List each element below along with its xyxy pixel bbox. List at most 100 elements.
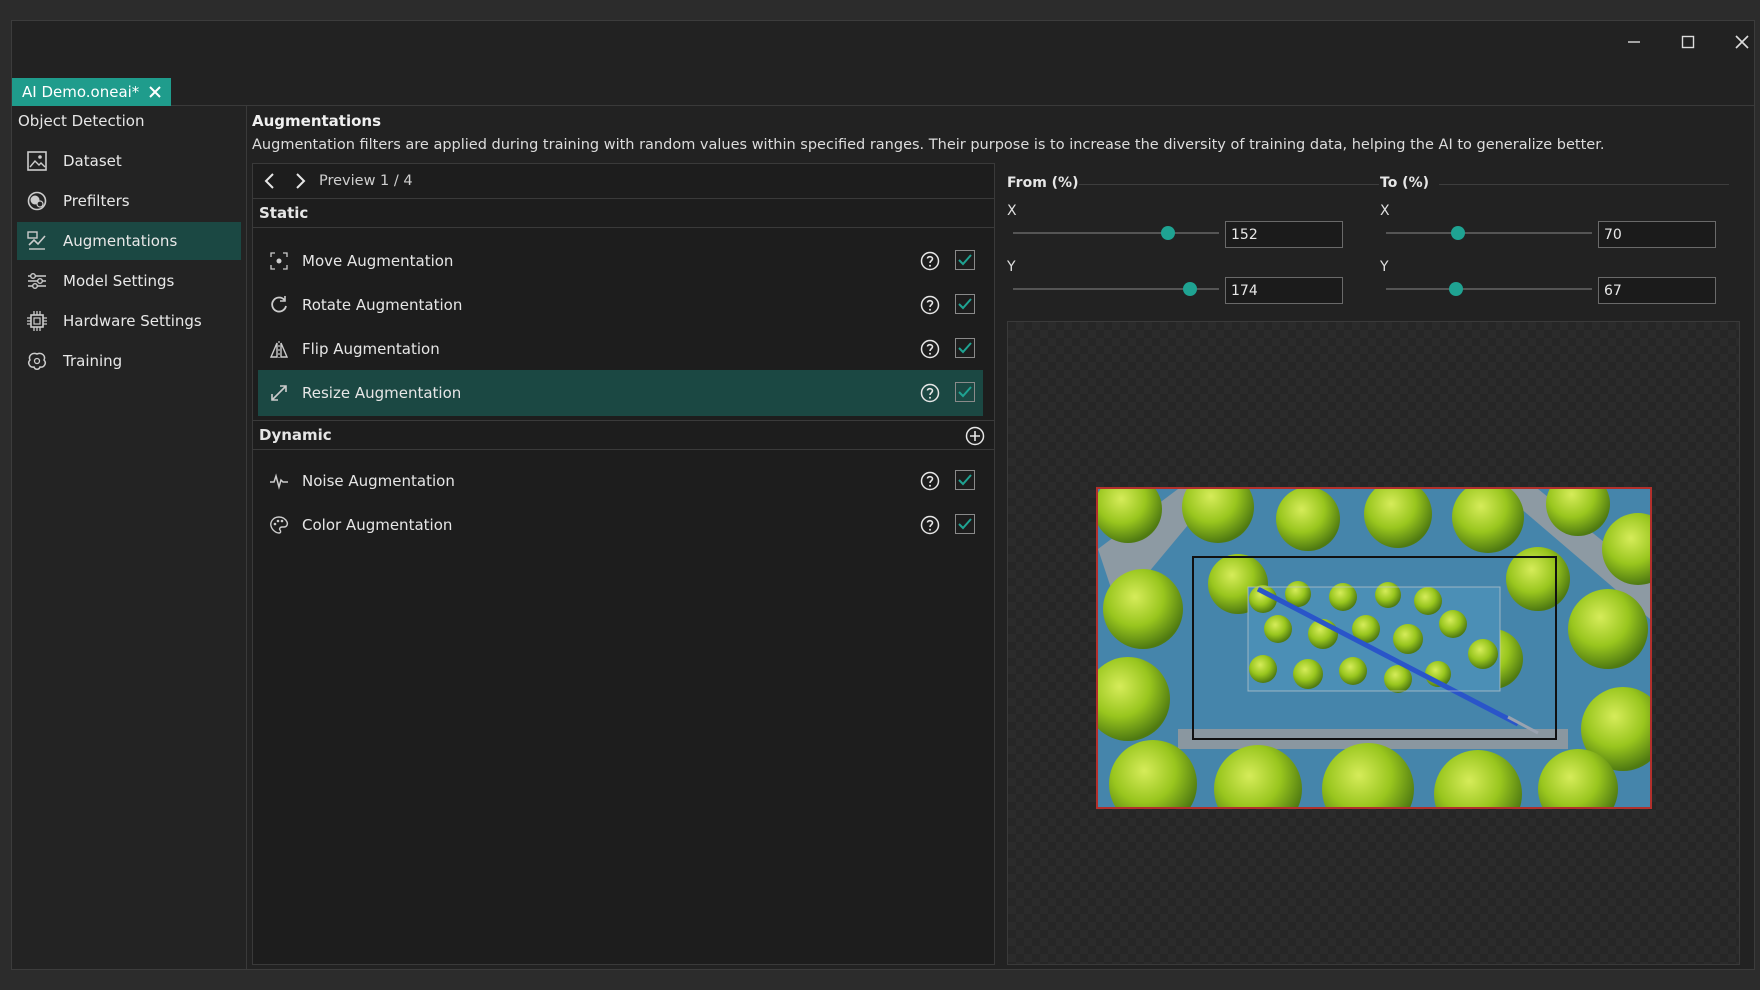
sidebar-item-prefilters[interactable]: Prefilters	[17, 182, 241, 220]
file-tab[interactable]: AI Demo.oneai*	[12, 78, 172, 106]
checkmark-icon	[958, 298, 972, 310]
enable-checkbox[interactable]	[955, 382, 975, 402]
to-y-input[interactable]: 67	[1598, 277, 1716, 304]
palette-icon	[268, 514, 290, 536]
dynamic-section-title: Dynamic	[259, 426, 332, 444]
sidebar-item-label: Augmentations	[63, 232, 178, 250]
flip-augmentation-row[interactable]: Flip Augmentation	[258, 326, 983, 372]
image-icon	[25, 149, 49, 173]
checkmark-icon	[958, 254, 972, 266]
enable-checkbox[interactable]	[955, 250, 975, 270]
from-x-slider[interactable]	[1013, 225, 1219, 241]
add-dynamic-augmentation-button[interactable]	[964, 425, 986, 447]
sliders-icon	[25, 269, 49, 293]
enable-checkbox[interactable]	[955, 514, 975, 534]
sidebar-item-hardware-settings[interactable]: Hardware Settings	[17, 302, 241, 340]
noise-icon	[268, 470, 290, 492]
from-x-input[interactable]: 152	[1225, 221, 1343, 248]
main-area: Augmentations Augmentation filters are a…	[247, 106, 1754, 969]
help-icon	[920, 471, 940, 491]
help-icon	[920, 251, 940, 271]
augmentation-label: Move Augmentation	[302, 252, 454, 270]
help-icon	[920, 515, 940, 535]
close-icon	[1735, 35, 1749, 49]
color-augmentation-row[interactable]: Color Augmentation	[258, 502, 983, 548]
sidebar-item-label: Hardware Settings	[63, 312, 202, 330]
chevron-left-icon	[264, 173, 274, 189]
sidebar-item-label: Dataset	[63, 152, 122, 170]
checkmark-icon	[958, 386, 972, 398]
resize-icon	[268, 382, 290, 404]
close-tab-icon[interactable]	[149, 86, 162, 98]
to-group-title: To (%)	[1380, 175, 1430, 191]
sidebar-item-augmentations[interactable]: Augmentations	[17, 222, 241, 260]
sidebar-item-model-settings[interactable]: Model Settings	[17, 262, 241, 300]
from-group-title: From (%)	[1007, 175, 1079, 191]
help-button[interactable]	[919, 294, 941, 316]
brain-icon	[25, 349, 49, 373]
help-icon	[920, 383, 940, 403]
resize-augmentation-row[interactable]: Resize Augmentation	[258, 370, 983, 416]
noise-augmentation-row[interactable]: Noise Augmentation	[258, 458, 983, 504]
close-window-button[interactable]	[1718, 27, 1760, 57]
from-y-label: Y	[1007, 259, 1016, 275]
page-description: Augmentation filters are applied during …	[252, 137, 1605, 153]
help-button[interactable]	[919, 382, 941, 404]
move-augmentation-row[interactable]: Move Augmentation	[258, 238, 983, 284]
checkmark-icon	[958, 474, 972, 486]
chip-icon	[25, 309, 49, 333]
minimize-button[interactable]	[1610, 27, 1658, 57]
sidebar-item-dataset[interactable]: Dataset	[17, 142, 241, 180]
static-section-header: Static	[253, 198, 994, 228]
checkmark-icon	[958, 518, 972, 530]
from-y-slider[interactable]	[1013, 281, 1219, 297]
help-button[interactable]	[919, 514, 941, 536]
page-title: Augmentations	[252, 112, 382, 130]
chevron-right-icon	[296, 173, 306, 189]
rotate-icon	[268, 294, 290, 316]
to-group-divider	[1439, 184, 1729, 185]
enable-checkbox[interactable]	[955, 470, 975, 490]
to-x-input[interactable]: 70	[1598, 221, 1716, 248]
maximize-button[interactable]	[1664, 27, 1712, 57]
help-button[interactable]	[919, 338, 941, 360]
help-icon	[920, 295, 940, 315]
help-button[interactable]	[919, 470, 941, 492]
previous-preview-button[interactable]	[253, 166, 285, 196]
augmentation-label: Flip Augmentation	[302, 340, 440, 358]
move-icon	[268, 250, 290, 272]
to-x-label: X	[1380, 203, 1390, 219]
rotate-augmentation-row[interactable]: Rotate Augmentation	[258, 282, 983, 328]
to-x-slider[interactable]	[1386, 225, 1592, 241]
app-window: AI Demo.oneai* Object Detection Dataset …	[11, 20, 1755, 970]
flip-icon	[268, 338, 290, 360]
from-group-divider	[1079, 184, 1379, 185]
preview-navigation: Preview 1 / 4	[253, 164, 994, 199]
static-section-title: Static	[259, 203, 309, 222]
to-y-slider[interactable]	[1386, 281, 1592, 297]
from-x-label: X	[1007, 203, 1017, 219]
augmentation-list-panel: Preview 1 / 4 Static Move Augmentation R…	[252, 163, 995, 965]
checkmark-icon	[958, 342, 972, 354]
settings-panel: From (%) X 152 Y 174 To (%) X 70 Y 67	[999, 163, 1748, 965]
sidebar-item-training[interactable]: Training	[17, 342, 241, 380]
sidebar: Object Detection Dataset Prefilters Augm…	[12, 106, 247, 969]
add-circle-icon	[965, 426, 985, 446]
preview-image	[1096, 487, 1652, 809]
dynamic-section-header: Dynamic	[253, 420, 994, 450]
tab-bar: AI Demo.oneai*	[12, 57, 1754, 106]
help-button[interactable]	[919, 250, 941, 272]
enable-checkbox[interactable]	[955, 338, 975, 358]
help-icon	[920, 339, 940, 359]
sidebar-title: Object Detection	[18, 112, 145, 130]
prefilter-icon	[25, 189, 49, 213]
preview-counter: Preview 1 / 4	[319, 173, 413, 189]
enable-checkbox[interactable]	[955, 294, 975, 314]
augmentation-label: Noise Augmentation	[302, 472, 455, 490]
next-preview-button[interactable]	[285, 166, 317, 196]
from-y-input[interactable]: 174	[1225, 277, 1343, 304]
sidebar-item-label: Prefilters	[63, 192, 130, 210]
minimize-icon	[1628, 41, 1640, 43]
maximize-icon	[1681, 35, 1695, 49]
augmentation-label: Resize Augmentation	[302, 384, 462, 402]
